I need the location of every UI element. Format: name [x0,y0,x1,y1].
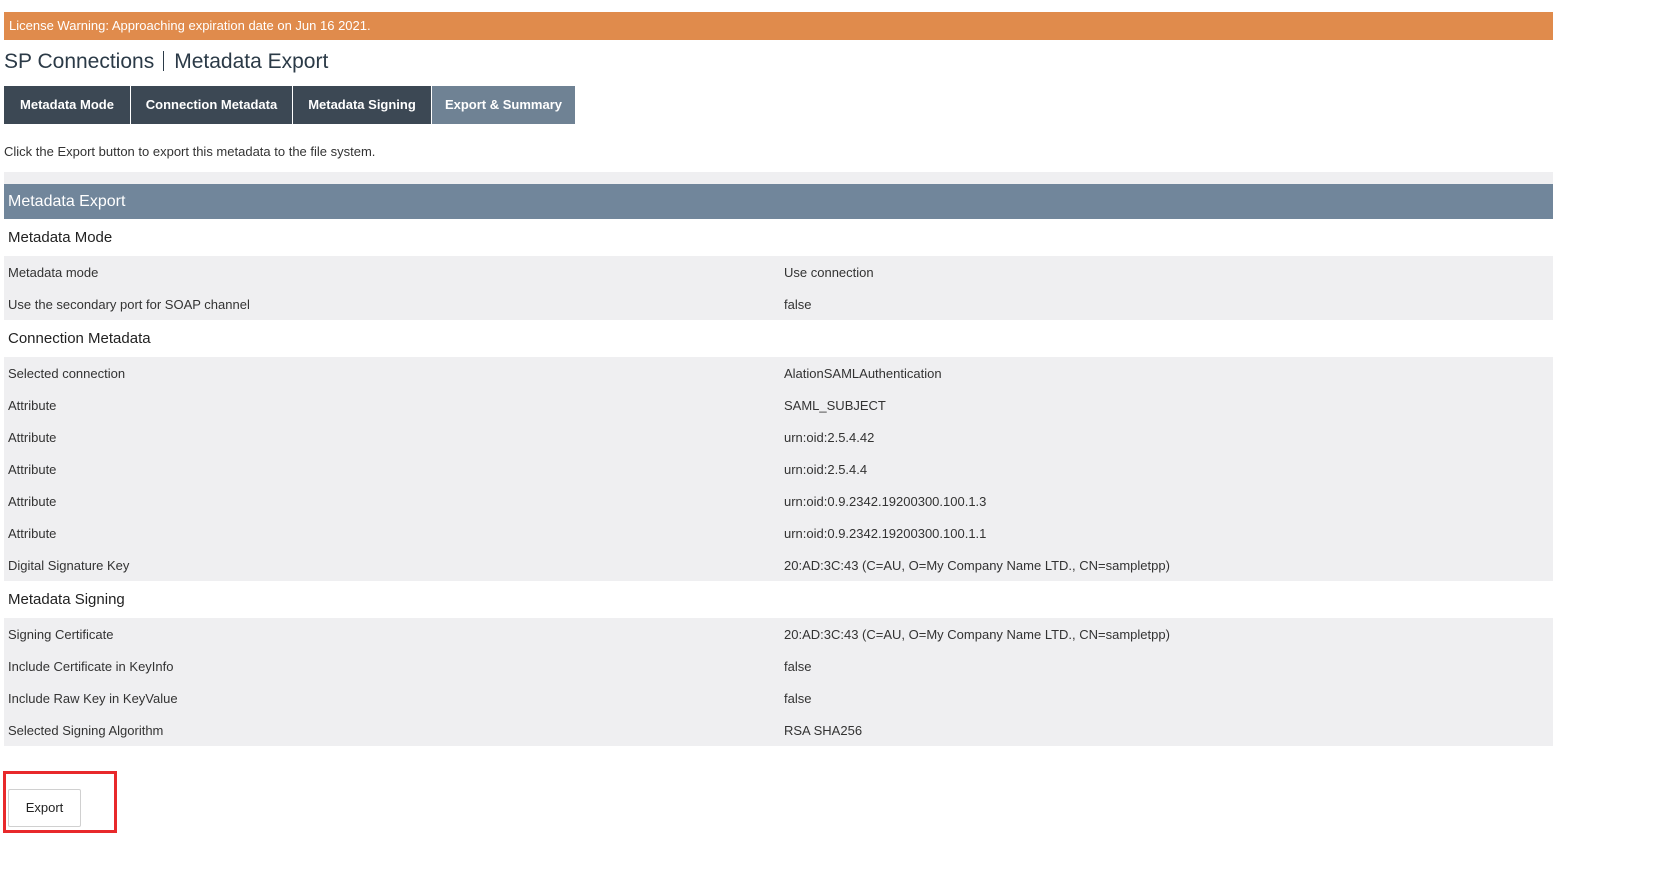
breadcrumb-current: Metadata Export [174,50,329,73]
row-label: Selected Signing Algorithm [8,722,164,738]
row-value: false [784,658,812,674]
row-value: urn:oid:0.9.2342.19200300.100.1.3 [784,493,987,509]
row-label: Attribute [8,525,57,541]
summary-row: Selected connection AlationSAMLAuthentic… [4,357,1553,389]
summary-row: Include Raw Key in KeyValue false [4,682,1553,714]
tab-export-summary[interactable]: Export & Summary [432,86,575,124]
breadcrumb-parent: SP Connections [4,50,155,73]
tab-connection-metadata[interactable]: Connection Metadata [131,86,293,124]
tab-metadata-signing[interactable]: Metadata Signing [293,86,432,124]
row-value: RSA SHA256 [784,722,863,738]
row-label: Metadata mode [8,264,99,280]
row-label: Use the secondary port for SOAP channel [8,296,250,312]
row-value: SAML_SUBJECT [784,397,886,413]
summary-row: Attribute urn:oid:2.5.4.42 [4,421,1553,453]
summary-row: Include Certificate in KeyInfo false [4,650,1553,682]
panel-top-strip [4,172,1553,184]
row-label: Include Raw Key in KeyValue [8,690,178,706]
summary-row: Attribute urn:oid:0.9.2342.19200300.100.… [4,517,1553,549]
row-value: urn:oid:0.9.2342.19200300.100.1.1 [784,525,987,541]
metadata-export-panel: Metadata Export Metadata Mode Metadata m… [4,172,1553,746]
wizard-tabs: Metadata Mode Connection Metadata Metada… [4,86,575,124]
row-value: false [784,690,812,706]
summary-row: Metadata mode Use connection [4,256,1553,288]
row-label: Attribute [8,461,57,477]
summary-row: Use the secondary port for SOAP channel … [4,288,1553,320]
summary-row: Attribute SAML_SUBJECT [4,389,1553,421]
summary-row: Signing Certificate 20:AD:3C:43 (C=AU, O… [4,618,1553,650]
section-title-connection-metadata: Connection Metadata [4,320,1553,357]
row-label: Digital Signature Key [8,557,130,573]
row-value: false [784,296,812,312]
section-rows-metadata-mode: Metadata mode Use connection Use the sec… [4,256,1553,320]
panel-header: Metadata Export [4,184,1553,219]
row-label: Attribute [8,429,57,445]
row-label: Attribute [8,397,57,413]
instructions-text: Click the Export button to export this m… [4,144,376,159]
summary-row: Attribute urn:oid:2.5.4.4 [4,453,1553,485]
license-warning-banner: License Warning: Approaching expiration … [4,12,1553,40]
row-value: urn:oid:2.5.4.42 [784,429,875,445]
summary-row: Attribute urn:oid:0.9.2342.19200300.100.… [4,485,1553,517]
section-rows-connection-metadata: Selected connection AlationSAMLAuthentic… [4,357,1553,581]
section-title-metadata-mode: Metadata Mode [4,219,1553,256]
export-button[interactable]: Export [8,789,81,827]
section-rows-metadata-signing: Signing Certificate 20:AD:3C:43 (C=AU, O… [4,618,1553,746]
row-value: urn:oid:2.5.4.4 [784,461,868,477]
breadcrumb-separator [163,51,165,71]
row-value: 20:AD:3C:43 (C=AU, O=My Company Name LTD… [784,626,1170,642]
row-label: Include Certificate in KeyInfo [8,658,174,674]
summary-row: Selected Signing Algorithm RSA SHA256 [4,714,1553,746]
page-title: SP Connections Metadata Export [4,49,328,75]
row-label: Signing Certificate [8,626,114,642]
section-title-metadata-signing: Metadata Signing [4,581,1553,618]
tab-metadata-mode[interactable]: Metadata Mode [4,86,131,124]
row-label: Attribute [8,493,57,509]
row-value: 20:AD:3C:43 (C=AU, O=My Company Name LTD… [784,557,1170,573]
summary-row: Digital Signature Key 20:AD:3C:43 (C=AU,… [4,549,1553,581]
row-value: AlationSAMLAuthentication [784,365,942,381]
row-label: Selected connection [8,365,126,381]
row-value: Use connection [784,264,874,280]
